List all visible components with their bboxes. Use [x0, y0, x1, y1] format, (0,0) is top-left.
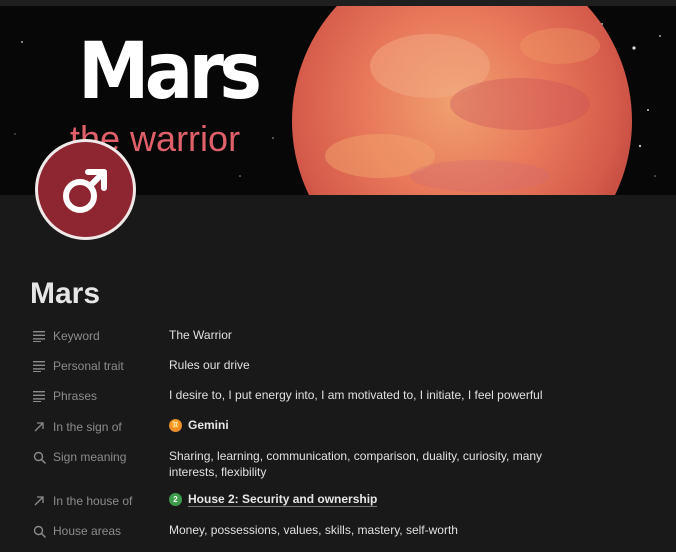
- page-icon[interactable]: [35, 139, 136, 240]
- property-name: Phrases: [53, 389, 98, 403]
- property-value[interactable]: I desire to, I put energy into, I am mot…: [169, 387, 564, 403]
- search-icon: [30, 522, 48, 540]
- property-name: Keyword: [53, 329, 100, 343]
- relation-arrow-icon: [30, 492, 48, 510]
- relation-arrow-icon: [30, 418, 48, 436]
- house-emoji-icon: 2: [169, 493, 182, 506]
- cover-title: Mars: [78, 27, 262, 117]
- property-name: Personal trait: [53, 359, 124, 373]
- property-value[interactable]: ♊ Gemini: [169, 418, 564, 432]
- gemini-emoji-icon: ♊: [169, 418, 182, 432]
- text-lines-icon: [30, 387, 48, 405]
- page-title[interactable]: Mars: [30, 276, 100, 312]
- property-name: In the sign of: [53, 420, 122, 434]
- property-value[interactable]: 2 House 2: Security and ownership: [169, 492, 564, 507]
- property-name: In the house of: [53, 494, 133, 508]
- property-value[interactable]: Sharing, learning, communication, compar…: [169, 448, 554, 480]
- relation-link-gemini[interactable]: Gemini: [188, 418, 229, 432]
- property-name: House areas: [53, 524, 122, 538]
- property-name: Sign meaning: [53, 450, 127, 464]
- text-lines-icon: [30, 357, 48, 375]
- page-icon-background: [38, 142, 133, 237]
- text-lines-icon: [30, 327, 48, 345]
- property-value[interactable]: Money, possessions, values, skills, mast…: [169, 522, 564, 538]
- property-value[interactable]: Rules our drive: [169, 357, 564, 373]
- search-icon: [30, 448, 48, 466]
- mars-symbol-icon: [63, 169, 107, 213]
- relation-link-house-2[interactable]: House 2: Security and ownership: [188, 492, 378, 507]
- property-value[interactable]: The Warrior: [169, 327, 564, 343]
